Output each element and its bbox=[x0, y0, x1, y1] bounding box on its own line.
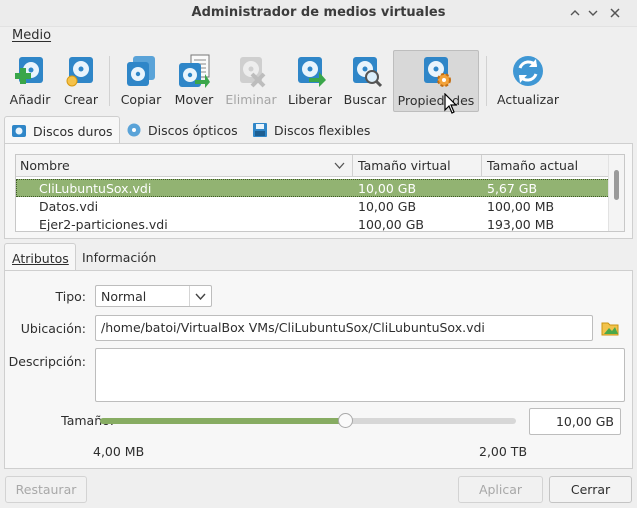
disk-name: CliLubuntuSox.vdi bbox=[39, 181, 152, 196]
tab-attributes-label: Atributos bbox=[12, 251, 69, 266]
disk-name: Datos.vdi bbox=[39, 199, 99, 214]
column-header-actual-size[interactable]: Tamaño actual bbox=[487, 158, 578, 173]
properties-button[interactable]: Propiedades bbox=[393, 50, 479, 114]
detail-tabs: Atributos Información bbox=[0, 243, 637, 271]
disk-actual-size: 193,00 MB bbox=[487, 217, 555, 232]
media-tabs: Discos duros Discos ópticos Discos flexi… bbox=[0, 116, 637, 144]
tab-floppy-disks[interactable]: Discos flexibles bbox=[252, 116, 382, 144]
size-min-label: 4,00 MB bbox=[93, 444, 145, 459]
search-disk-icon bbox=[353, 57, 382, 88]
disk-virtual-size: 10,00 GB bbox=[358, 181, 417, 196]
add-label: Añadir bbox=[9, 92, 51, 107]
tab-information[interactable]: Información bbox=[82, 243, 172, 271]
column-divider[interactable] bbox=[352, 155, 353, 177]
create-disk-icon bbox=[66, 57, 93, 87]
hard-disk-icon bbox=[12, 125, 26, 137]
scrollbar-thumb[interactable] bbox=[614, 170, 619, 200]
tab-hard-disks[interactable]: Discos duros bbox=[4, 116, 120, 144]
menu-medio[interactable]: Medio bbox=[12, 28, 51, 43]
sort-chevron-down-icon[interactable] bbox=[334, 162, 345, 169]
size-slider-handle[interactable] bbox=[338, 413, 354, 428]
toolbar-separator bbox=[486, 56, 487, 106]
description-label: Descripción: bbox=[8, 354, 86, 369]
create-label: Crear bbox=[63, 92, 99, 107]
location-field[interactable]: /home/batoi/VirtualBox VMs/CliLubuntuSox… bbox=[95, 315, 593, 341]
disk-virtual-size: 100,00 GB bbox=[358, 217, 424, 232]
close-button[interactable]: Cerrar bbox=[549, 476, 632, 503]
folder-icon[interactable] bbox=[600, 318, 620, 338]
tab-optical-disks-label: Discos ópticos bbox=[148, 123, 238, 138]
table-header: Nombre Tamaño virtual Tamaño actual bbox=[16, 155, 610, 177]
type-label: Tipo: bbox=[55, 289, 86, 304]
properties-label: Propiedades bbox=[397, 93, 475, 108]
tab-optical-disks[interactable]: Discos ópticos bbox=[126, 116, 246, 144]
chevron-down-icon bbox=[189, 286, 211, 306]
move-button[interactable]: Mover bbox=[170, 50, 218, 112]
release-button[interactable]: Liberar bbox=[285, 50, 335, 112]
tab-attributes[interactable]: Atributos bbox=[4, 243, 76, 271]
column-divider[interactable] bbox=[481, 155, 482, 177]
copy-disk-icon bbox=[127, 56, 155, 86]
reset-button[interactable]: Restaurar bbox=[5, 476, 87, 503]
size-slider[interactable] bbox=[100, 413, 516, 428]
title-bar: Administrador de medios virtuales bbox=[0, 0, 637, 27]
release-disk-icon bbox=[298, 57, 326, 87]
properties-disk-icon bbox=[424, 57, 451, 87]
disk-table: Nombre Tamaño virtual Tamaño actual CliL… bbox=[15, 154, 625, 232]
tab-information-label: Información bbox=[82, 250, 157, 265]
menu-bar: Medio bbox=[0, 27, 637, 47]
add-button[interactable]: Añadir bbox=[4, 50, 56, 112]
toolbar: Añadir Crear Copiar Mover Eliminar Liber… bbox=[0, 48, 637, 114]
refresh-label: Actualizar bbox=[497, 92, 559, 107]
move-disk-icon bbox=[179, 54, 210, 88]
table-row[interactable]: CliLubuntuSox.vdi 10,00 GB 5,67 GB bbox=[16, 179, 610, 197]
disk-actual-size: 5,67 GB bbox=[487, 181, 538, 196]
maximize-icon[interactable] bbox=[584, 4, 602, 22]
search-button[interactable]: Buscar bbox=[340, 50, 390, 112]
column-header-name[interactable]: Nombre bbox=[20, 158, 70, 173]
apply-button[interactable]: Aplicar bbox=[458, 476, 543, 503]
refresh-button[interactable]: Actualizar bbox=[494, 50, 562, 112]
remove-label: Eliminar bbox=[225, 92, 277, 107]
refresh-icon bbox=[513, 56, 543, 86]
size-max-label: 2,00 TB bbox=[479, 444, 528, 459]
type-select[interactable]: Normal bbox=[95, 285, 212, 307]
copy-label: Copiar bbox=[120, 92, 162, 107]
disk-list-pane: Nombre Tamaño virtual Tamaño actual CliL… bbox=[4, 143, 633, 239]
table-scrollbar[interactable] bbox=[608, 155, 624, 231]
size-slider-fill bbox=[100, 418, 346, 424]
copy-button[interactable]: Copiar bbox=[116, 50, 166, 112]
disk-name: Ejer2-particiones.vdi bbox=[39, 217, 168, 232]
disk-actual-size: 100,00 MB bbox=[487, 199, 555, 214]
minimize-icon[interactable] bbox=[566, 4, 584, 22]
toolbar-separator bbox=[109, 56, 110, 106]
remove-button[interactable]: Eliminar bbox=[222, 50, 280, 112]
tab-floppy-disks-label: Discos flexibles bbox=[274, 123, 371, 138]
create-button[interactable]: Crear bbox=[58, 50, 104, 112]
move-label: Mover bbox=[174, 92, 214, 107]
description-field[interactable] bbox=[95, 348, 625, 402]
attributes-pane: Tipo: Normal Ubicación: /home/batoi/Virt… bbox=[4, 270, 633, 469]
window-title: Administrador de medios virtuales bbox=[191, 5, 446, 20]
table-row[interactable]: Datos.vdi 10,00 GB 100,00 MB bbox=[16, 198, 610, 216]
mouse-cursor-icon bbox=[444, 93, 458, 114]
close-window-icon[interactable] bbox=[606, 4, 624, 22]
type-select-value: Normal bbox=[101, 289, 147, 304]
release-label: Liberar bbox=[287, 92, 332, 107]
column-header-virtual-size[interactable]: Tamaño virtual bbox=[358, 158, 451, 173]
optical-disk-icon bbox=[127, 123, 141, 137]
disk-virtual-size: 10,00 GB bbox=[358, 199, 417, 214]
search-label: Buscar bbox=[343, 92, 387, 107]
remove-disk-icon bbox=[240, 57, 266, 88]
size-field[interactable]: 10,00 GB bbox=[529, 408, 621, 435]
floppy-disk-icon bbox=[253, 123, 267, 137]
table-row[interactable]: Ejer2-particiones.vdi 100,00 GB 193,00 M… bbox=[16, 216, 610, 232]
add-disk-icon bbox=[15, 57, 43, 84]
location-label: Ubicación: bbox=[20, 321, 86, 336]
tab-hard-disks-label: Discos duros bbox=[33, 124, 113, 139]
